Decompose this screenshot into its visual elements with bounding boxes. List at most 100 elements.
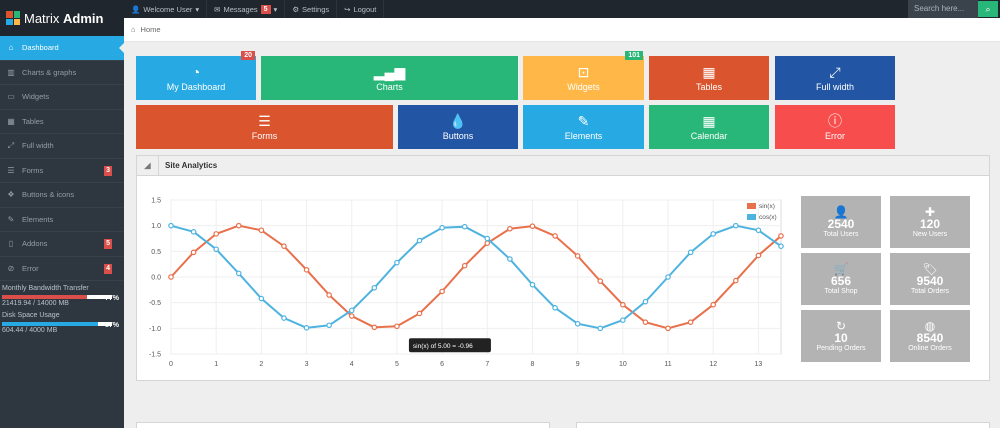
sidebar-item-addons[interactable]: ▯ Addons 5	[0, 232, 124, 257]
data-point-sin(x)	[778, 233, 784, 239]
data-point-cos(x)	[439, 224, 445, 231]
progress-bar	[2, 322, 112, 326]
sidebar-item-label: Elements	[22, 214, 54, 224]
settings-label: Settings	[302, 4, 330, 14]
tile-forms[interactable]: ☰ Forms	[136, 105, 393, 149]
sidebar-item-widgets[interactable]: ▭ Widgets	[0, 85, 124, 110]
data-point-cos(x)	[394, 259, 400, 266]
tile-full-width[interactable]: ⤢ Full width	[775, 56, 895, 100]
settings-link[interactable]: ⚙ Settings	[285, 0, 338, 18]
data-point-cos(x)	[507, 256, 513, 262]
brand[interactable]: Matrix Admin	[0, 0, 124, 36]
data-point-sin(x)	[416, 310, 423, 317]
data-point-cos(x)	[552, 305, 558, 311]
stat-value: 8540	[916, 331, 944, 345]
x-tick-label: 10	[619, 361, 627, 368]
search-input[interactable]: Search here...	[908, 0, 978, 18]
data-point-cos(x)	[484, 235, 491, 242]
stat-label: Total Orders	[910, 288, 950, 295]
file-icon: ▯	[8, 239, 14, 249]
data-point-sin(x)	[326, 292, 332, 298]
tile-calendar[interactable]: ▦ Calendar	[649, 105, 769, 149]
inbox-icon: ▭	[7, 92, 15, 102]
tile-my-dashboard[interactable]: ◔ My Dashboard 20	[136, 51, 256, 100]
tile-label: My Dashboard	[166, 81, 226, 92]
tile-error[interactable]: ⓘ Error	[775, 105, 895, 149]
tint-icon: ❖	[7, 190, 15, 200]
sidebar-item-forms[interactable]: ☰ Forms 3	[0, 159, 124, 183]
stat-label: Online Orders	[908, 345, 952, 352]
sidebar-item-error[interactable]: ⊘ Error 4	[0, 257, 124, 281]
sidebar-item-dashboard[interactable]: ⌂ Dashboard	[0, 36, 124, 61]
sidebar-item-full-width[interactable]: ⤢ Full width	[0, 134, 124, 159]
legend-swatch	[747, 214, 756, 220]
signal-icon: ▂▄▆	[373, 63, 406, 80]
sidebar-item-label: Error	[22, 263, 39, 273]
sidebar-item-tables[interactable]: ▦ Tables	[0, 110, 124, 134]
tile-label: Elements	[564, 130, 603, 141]
sidebar-item-buttons-icons[interactable]: ❖ Buttons & icons	[0, 183, 124, 208]
x-tick-label: 5	[395, 361, 399, 368]
inbox-icon: ⊡	[577, 63, 590, 80]
data-point-cos(x)	[258, 295, 265, 302]
y-tick-label: 0.0	[151, 275, 161, 282]
bandwidth-usage: Monthly Bandwidth Transfer 21419.94 / 14…	[0, 281, 124, 308]
data-point-sin(x)	[371, 324, 378, 331]
progress-bar	[2, 295, 112, 299]
messages-count-badge: 5	[260, 4, 271, 14]
data-point-cos(x)	[755, 227, 762, 234]
breadcrumb-home-link[interactable]: Home	[141, 25, 161, 34]
table-icon: ▦	[702, 63, 716, 80]
stat-total-orders: 🏷 9540 Total Orders	[890, 253, 970, 305]
messages-label: Messages	[223, 4, 258, 14]
data-point-sin(x)	[168, 274, 174, 280]
info-icon: ⊘	[7, 263, 15, 273]
envelope-icon: ✉	[214, 4, 221, 14]
y-tick-label: 0.5	[151, 249, 161, 256]
x-tick-label: 11	[664, 361, 671, 368]
widget-title: Site Analytics	[165, 161, 218, 170]
legend-label: sin(x)	[759, 203, 775, 210]
tile-charts[interactable]: ▂▄▆ Charts	[261, 56, 518, 100]
main-content: ⌂ Home ◔ My Dashboard 20 ▂▄▆ Charts ⊡ Wi…	[124, 18, 1000, 428]
tile-label: Buttons	[442, 130, 474, 141]
data-point-sin(x)	[574, 253, 581, 259]
messages-menu[interactable]: ✉ Messages 5 ▾	[207, 0, 286, 18]
signal-icon: ◢	[137, 155, 159, 176]
brand-name: Matrix Admin	[24, 10, 104, 26]
x-tick-label: 2	[259, 361, 263, 368]
data-point-sin(x)	[484, 240, 491, 246]
data-point-cos(x)	[574, 320, 581, 327]
stat-total-users: 👤 2540 Total Users	[801, 196, 881, 248]
stat-value: 2540	[827, 217, 855, 231]
logout-link[interactable]: ↪ Logout	[337, 0, 385, 18]
bottom-widget-left	[136, 422, 550, 428]
x-tick-label: 9	[576, 361, 580, 368]
x-tick-label: 0	[169, 361, 173, 368]
data-point-cos(x)	[461, 223, 468, 230]
sidebar-item-elements[interactable]: ✎ Elements	[0, 208, 124, 232]
data-point-sin(x)	[235, 222, 242, 229]
tile-elements[interactable]: ✎ Elements	[523, 105, 644, 149]
progress-fill	[2, 322, 98, 326]
data-point-sin(x)	[710, 301, 717, 308]
breadcrumb: ⌂ Home	[124, 18, 1000, 42]
fullscreen-icon: ⤢	[7, 140, 15, 150]
data-point-sin(x)	[552, 233, 558, 239]
tile-widgets[interactable]: ⊡ Widgets 101	[523, 51, 644, 100]
sidebar: ⌂ Dashboard ▥ Charts & graphs ▭ Widgets ▦ Ta…	[0, 36, 124, 428]
fullscreen-icon: ⤢	[829, 63, 841, 80]
tile-tables[interactable]: ▦ Tables	[649, 56, 769, 100]
search-button[interactable]: ⌕	[978, 1, 998, 17]
data-point-cos(x)	[620, 317, 626, 323]
logout-label: Logout	[353, 4, 377, 14]
data-point-cos(x)	[710, 231, 717, 237]
home-icon: ⌂	[8, 43, 14, 53]
matrix-logo-icon	[6, 11, 20, 25]
tile-buttons[interactable]: 💧 Buttons	[398, 105, 518, 149]
disk-usage: Disk Space Usage 604.44 / 4000 MB 87%	[0, 308, 124, 335]
usage-percent: 87%	[104, 322, 119, 329]
x-tick-label: 3	[305, 361, 309, 368]
sidebar-item-charts[interactable]: ▥ Charts & graphs	[0, 61, 124, 85]
welcome-user-menu[interactable]: 👤 Welcome User ▾	[124, 0, 208, 18]
